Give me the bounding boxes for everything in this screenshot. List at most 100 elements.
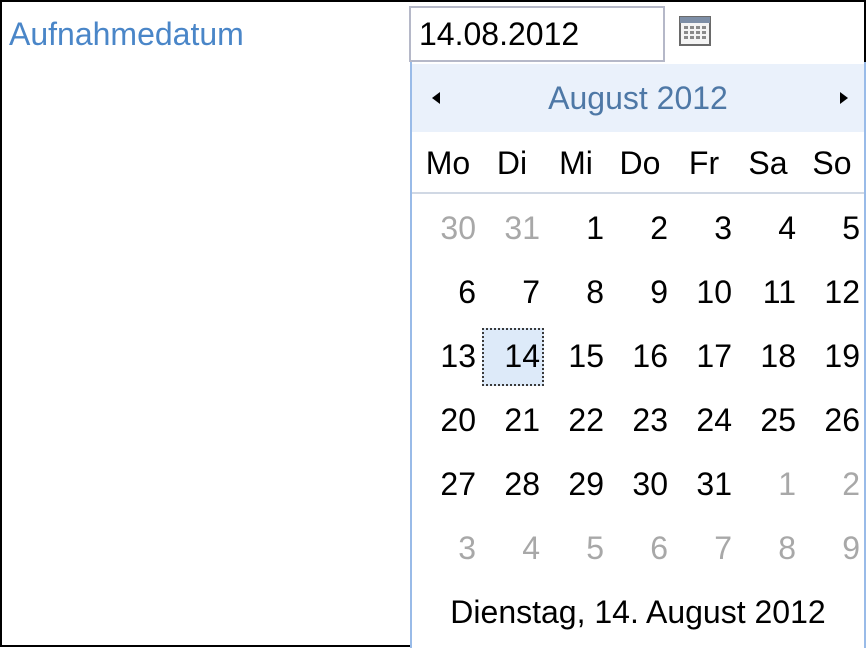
day-cell[interactable]: 1: [544, 196, 608, 260]
window-frame: Aufnahmedatum August 2012 Mo Di Mi: [0, 0, 866, 648]
day-cell[interactable]: 6: [416, 260, 480, 324]
day-number: 1: [586, 210, 604, 246]
day-number: 6: [458, 274, 476, 310]
day-number: 2: [842, 466, 860, 502]
day-number: 9: [650, 274, 668, 310]
day-cell-other-month[interactable]: 8: [736, 516, 800, 580]
day-cell[interactable]: 26: [800, 388, 864, 452]
day-cell-other-month[interactable]: 30: [416, 196, 480, 260]
day-cell[interactable]: 15: [544, 324, 608, 388]
day-cell[interactable]: 28: [480, 452, 544, 516]
day-cell[interactable]: 21: [480, 388, 544, 452]
weekday-label: Mo: [425, 145, 471, 181]
day-number: 11: [762, 274, 796, 310]
day-cell[interactable]: 8: [544, 260, 608, 324]
day-cell[interactable]: 11: [736, 260, 800, 324]
day-number: 30: [632, 466, 668, 502]
day-number: 10: [696, 274, 732, 310]
day-cell[interactable]: 9: [608, 260, 672, 324]
triangle-left-icon[interactable]: [420, 82, 452, 114]
day-cell[interactable]: 19: [800, 324, 864, 388]
day-number: 7: [522, 274, 540, 310]
day-number: 16: [632, 338, 668, 374]
day-number: 30: [440, 210, 476, 246]
field-label: Aufnahmedatum: [9, 16, 244, 52]
day-number: 13: [440, 338, 476, 374]
day-number: 2: [650, 210, 668, 246]
day-cell-other-month[interactable]: 9: [800, 516, 864, 580]
day-number: 31: [504, 210, 540, 246]
month-title[interactable]: August 2012: [472, 78, 804, 118]
day-cell[interactable]: 5: [800, 196, 864, 260]
day-cell-other-month[interactable]: 1: [736, 452, 800, 516]
day-cell[interactable]: 22: [544, 388, 608, 452]
date-input[interactable]: [409, 6, 665, 62]
day-number: 8: [586, 274, 604, 310]
day-cell[interactable]: 27: [416, 452, 480, 516]
week-row: 30 31 1 2 3 4 5: [416, 196, 864, 260]
week-row: 13 14 15 16 17 18 19: [416, 324, 864, 388]
day-number: 19: [824, 338, 860, 374]
day-cell[interactable]: 23: [608, 388, 672, 452]
week-row: 6 7 8 9 10 11 12: [416, 260, 864, 324]
day-number: 24: [696, 402, 732, 438]
day-number: 3: [714, 210, 732, 246]
day-cell[interactable]: 7: [480, 260, 544, 324]
weekday-label: Sa: [748, 145, 788, 181]
day-number: 1: [778, 466, 796, 502]
date-picker: August 2012 Mo Di Mi Do Fr Sa So 30 31 1 2 3…: [410, 62, 866, 648]
picker-header: August 2012: [412, 64, 864, 132]
week-row: 20 21 22 23 24 25 26: [416, 388, 864, 452]
day-number: 5: [586, 530, 604, 566]
day-number: 28: [504, 466, 540, 502]
day-cell-other-month[interactable]: 31: [480, 196, 544, 260]
day-number: 15: [568, 338, 604, 374]
day-cell[interactable]: 2: [608, 196, 672, 260]
day-cell-selected[interactable]: 14: [480, 324, 544, 388]
weekday-label: Fr: [688, 145, 720, 181]
week-row: 27 28 29 30 31 1 2: [416, 452, 864, 516]
day-cell[interactable]: 16: [608, 324, 672, 388]
day-number: 7: [714, 530, 732, 566]
day-number: 5: [842, 210, 860, 246]
day-number: 26: [824, 402, 860, 438]
day-cell[interactable]: 17: [672, 324, 736, 388]
day-number: 4: [778, 210, 796, 246]
day-cell-other-month[interactable]: 4: [480, 516, 544, 580]
day-cell[interactable]: 29: [544, 452, 608, 516]
day-cell-other-month[interactable]: 5: [544, 516, 608, 580]
day-number: 23: [632, 402, 668, 438]
day-number: 4: [522, 530, 540, 566]
weekday-label: Di: [496, 145, 528, 181]
day-cell[interactable]: 4: [736, 196, 800, 260]
triangle-right-icon[interactable]: [828, 82, 860, 114]
day-cell[interactable]: 24: [672, 388, 736, 452]
day-number: 12: [824, 274, 860, 310]
day-cell[interactable]: 18: [736, 324, 800, 388]
day-cell[interactable]: 31: [672, 452, 736, 516]
day-cell[interactable]: 13: [416, 324, 480, 388]
calendar-icon[interactable]: [678, 14, 712, 48]
day-number: 27: [440, 466, 476, 502]
day-cell-other-month[interactable]: 6: [608, 516, 672, 580]
day-cell[interactable]: 30: [608, 452, 672, 516]
day-cell[interactable]: 3: [672, 196, 736, 260]
week-row: 3 4 5 6 7 8 9: [416, 516, 864, 580]
selected-date-text: Dienstag, 14. August 2012: [450, 594, 826, 630]
day-number: 17: [696, 338, 732, 374]
day-number: 8: [778, 530, 796, 566]
day-number: 21: [504, 402, 540, 438]
weekday-label: Do: [619, 145, 661, 181]
day-number: 25: [760, 402, 796, 438]
day-cell[interactable]: 10: [672, 260, 736, 324]
day-number: 22: [568, 402, 604, 438]
day-cell-other-month[interactable]: 2: [800, 452, 864, 516]
day-cell-other-month[interactable]: 7: [672, 516, 736, 580]
weekday-label: Mi: [559, 145, 593, 181]
day-cell[interactable]: 12: [800, 260, 864, 324]
day-number: 14: [504, 338, 540, 374]
day-number: 3: [458, 530, 476, 566]
day-cell[interactable]: 25: [736, 388, 800, 452]
day-cell[interactable]: 20: [416, 388, 480, 452]
day-cell-other-month[interactable]: 3: [416, 516, 480, 580]
